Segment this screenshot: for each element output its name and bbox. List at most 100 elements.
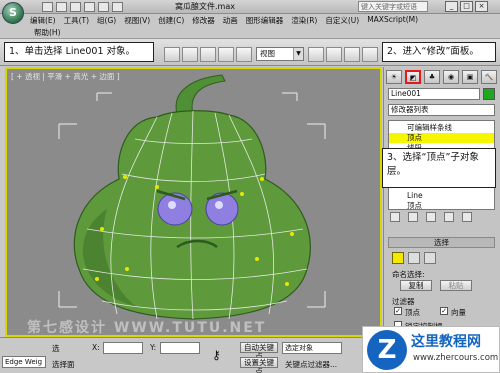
left-eye [157,192,193,226]
viewport-label[interactable]: [ + 透视 | 平滑 + 高光 + 边面 ] [11,71,120,82]
menu-customize[interactable]: 自定义(U) [325,15,359,27]
project-folder-icon[interactable] [112,2,123,12]
remove-modifier-icon[interactable] [444,212,454,222]
select-rotate-icon[interactable] [218,47,234,62]
window-crossing-icon[interactable] [182,47,198,62]
new-file-icon[interactable] [42,2,53,12]
stack-item-editable-spline[interactable]: 可编辑样条线 [389,123,494,133]
app-logo-icon[interactable]: S [2,2,24,24]
menu-animation[interactable]: 动画 [223,15,238,27]
vertex-level-icon[interactable] [392,252,404,264]
maximize-button[interactable]: □ [460,1,473,12]
watermark: 第七感设计 WWW.TUTU.NET [27,320,267,336]
filter-tangent-label: 向量 [451,308,466,317]
utilities-tab-icon[interactable]: 🔨 [481,70,497,84]
subobject-level-icons [392,252,436,264]
status-prompt: 选择面 [52,360,75,369]
create-tab-icon[interactable]: ☀ [386,70,402,84]
select-scale-icon[interactable] [236,47,252,62]
menu-tools[interactable]: 工具(T) [64,15,89,27]
object-name-field[interactable]: Line001 [388,88,480,100]
pin-stack-icon[interactable] [390,212,400,222]
chevron-down-icon: ▼ [293,48,303,60]
menu-maxscript[interactable]: MAXScript(M) [367,15,418,27]
undo-icon[interactable] [84,2,95,12]
stack-controls [390,212,472,222]
select-manipulate-icon[interactable] [326,47,342,62]
x-coordinate-label: X: [92,343,100,352]
x-coordinate-input[interactable] [103,342,143,354]
copy-button[interactable]: 复制 [400,280,432,291]
menu-views[interactable]: 视图(V) [124,15,150,27]
menu-modifiers[interactable]: 修改器 [192,15,215,27]
configure-sets-icon[interactable] [462,212,472,222]
redo-icon[interactable] [98,2,109,12]
menu-group[interactable]: 组(G) [97,15,116,27]
segment-level-icon[interactable] [408,252,420,264]
select-region-icon[interactable] [164,47,180,62]
named-selection-label: 命名选择: [392,270,425,279]
modify-tab-icon[interactable]: ◩ [405,70,421,84]
site-logo-icon: Z [367,330,407,370]
select-move-icon[interactable] [200,47,216,62]
reference-coordinate-value: 视图 [260,49,275,58]
open-file-icon[interactable] [56,2,67,12]
filter-tangent-checkbox[interactable]: ✓ [440,307,448,315]
spline-level-icon[interactable] [424,252,436,264]
site-logo-url: www.zhercours.com [413,353,499,363]
stack-item-vertex[interactable]: 顶点 [389,133,494,143]
filter-vertex-checkbox[interactable]: ✓ [394,307,402,315]
close-button[interactable]: × [475,1,488,12]
key-filters-button[interactable]: 关键点过滤器... [285,359,337,370]
gourd-model [58,74,326,320]
callout-step2: 2、进入“修改”面板。 [382,42,496,62]
selection-rollout-title[interactable]: 选择 [388,237,495,248]
y-coordinate-label: Y: [150,343,157,352]
motion-tab-icon[interactable]: ◉ [443,70,459,84]
menu-help[interactable]: 帮助(H) [34,27,61,38]
pivot-center-icon[interactable] [308,47,324,62]
key-icon[interactable]: ⚷ [212,348,221,362]
menu-rendering[interactable]: 渲染(R) [291,15,317,27]
paste-button[interactable]: 粘贴 [440,280,472,291]
set-key-button[interactable]: 设置关键点 [240,357,278,373]
menu-create[interactable]: 创建(C) [158,15,184,27]
angle-snap-icon[interactable] [362,47,378,62]
minimize-button[interactable]: _ [445,1,458,12]
y-coordinate-input[interactable] [160,342,200,354]
snap-toggle-icon[interactable] [344,47,360,62]
make-unique-icon[interactable] [426,212,436,222]
menu-bar: 编辑(E) 工具(T) 组(G) 视图(V) 创建(C) 修改器 动画 图形编辑… [30,15,500,27]
filter-vertex-label: 顶点 [405,308,420,317]
auto-key-button[interactable]: 自动关键点 [240,342,278,361]
filter-label: 过滤器 [392,297,415,306]
right-eye-highlight [215,201,223,209]
window-title: 窝瓜酿文件.max [175,2,235,11]
object-color-swatch[interactable] [483,88,495,100]
stack-item-vertex-sub[interactable]: 顶点 [389,201,494,211]
site-logo-badge: Z 这里教程网 www.zhercours.com [362,326,500,373]
callout-step1: 1、单击选择 Line001 对象。 [4,42,154,62]
command-panel-tabs: ☀ ◩ ♣ ◉ ▣ 🔨 [386,70,497,84]
help-search-input[interactable]: 键入关键字或短语 [358,1,428,12]
selection-lock-label: 选 [52,344,60,353]
reference-coordinate-dropdown[interactable]: 视图 ▼ [256,47,304,61]
edge-weight-field[interactable]: Edge Weig [2,356,46,368]
site-logo-title: 这里教程网 [411,334,481,350]
hierarchy-tab-icon[interactable]: ♣ [424,70,440,84]
menu-graph-editors[interactable]: 图形编辑器 [246,15,284,27]
display-tab-icon[interactable]: ▣ [462,70,478,84]
quick-access-toolbar [42,2,123,12]
selected-object-dropdown[interactable]: 选定对象 [282,342,342,354]
save-file-icon[interactable] [70,2,81,12]
command-panel: ☀ ◩ ♣ ◉ ▣ 🔨 Line001 修改器列表 可编辑样条线 顶点 线段 L… [383,67,500,337]
menu-edit[interactable]: 编辑(E) [30,15,56,27]
perspective-viewport[interactable]: [ + 透视 | 平滑 + 高光 + 边面 ] 第七感设计 WWW.TUTU.N… [5,67,382,337]
title-bar: 窝瓜酿文件.max 键入关键字或短语 _ □ × [0,0,500,14]
callout-step3: 3、选择“顶点”子对象层。 [382,148,496,188]
show-end-result-icon[interactable] [408,212,418,222]
modifier-list-dropdown[interactable]: 修改器列表 [388,104,495,116]
left-eye-highlight [168,201,176,209]
gourd-stem [175,74,226,116]
stack-item-line[interactable]: Line [389,191,494,201]
